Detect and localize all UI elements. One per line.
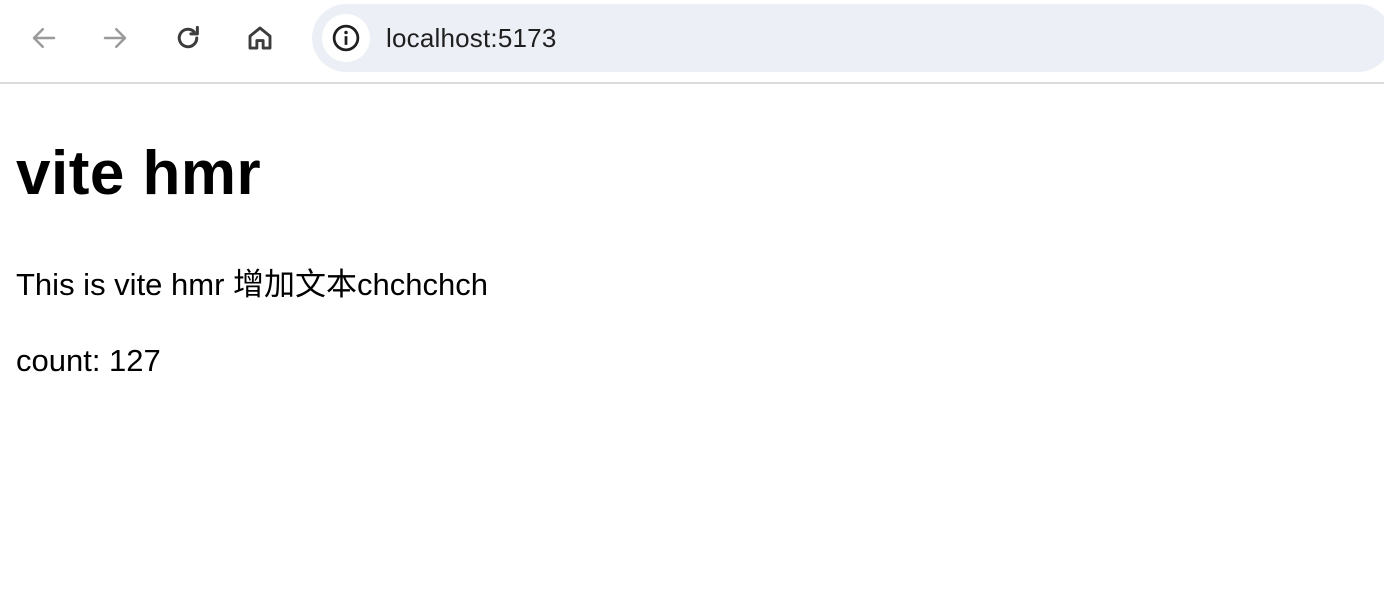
address-bar[interactable]: localhost:5173 (312, 4, 1384, 72)
arrow-right-icon (103, 28, 127, 48)
info-icon (332, 24, 360, 52)
site-info-button[interactable] (322, 14, 370, 62)
home-icon (248, 26, 272, 50)
back-button[interactable] (24, 18, 64, 58)
reload-button[interactable] (168, 18, 208, 58)
description-text: This is vite hmr 增加文本chchchch (16, 267, 488, 302)
forward-button[interactable] (95, 18, 135, 58)
browser-toolbar: localhost:5173 (0, 0, 1384, 84)
arrow-left-icon (32, 28, 56, 48)
reload-icon (177, 25, 199, 49)
url-text[interactable]: localhost:5173 (386, 24, 556, 52)
page-title: vite hmr (16, 139, 262, 208)
home-button[interactable] (240, 18, 280, 58)
count-text: count: 127 (16, 343, 161, 378)
